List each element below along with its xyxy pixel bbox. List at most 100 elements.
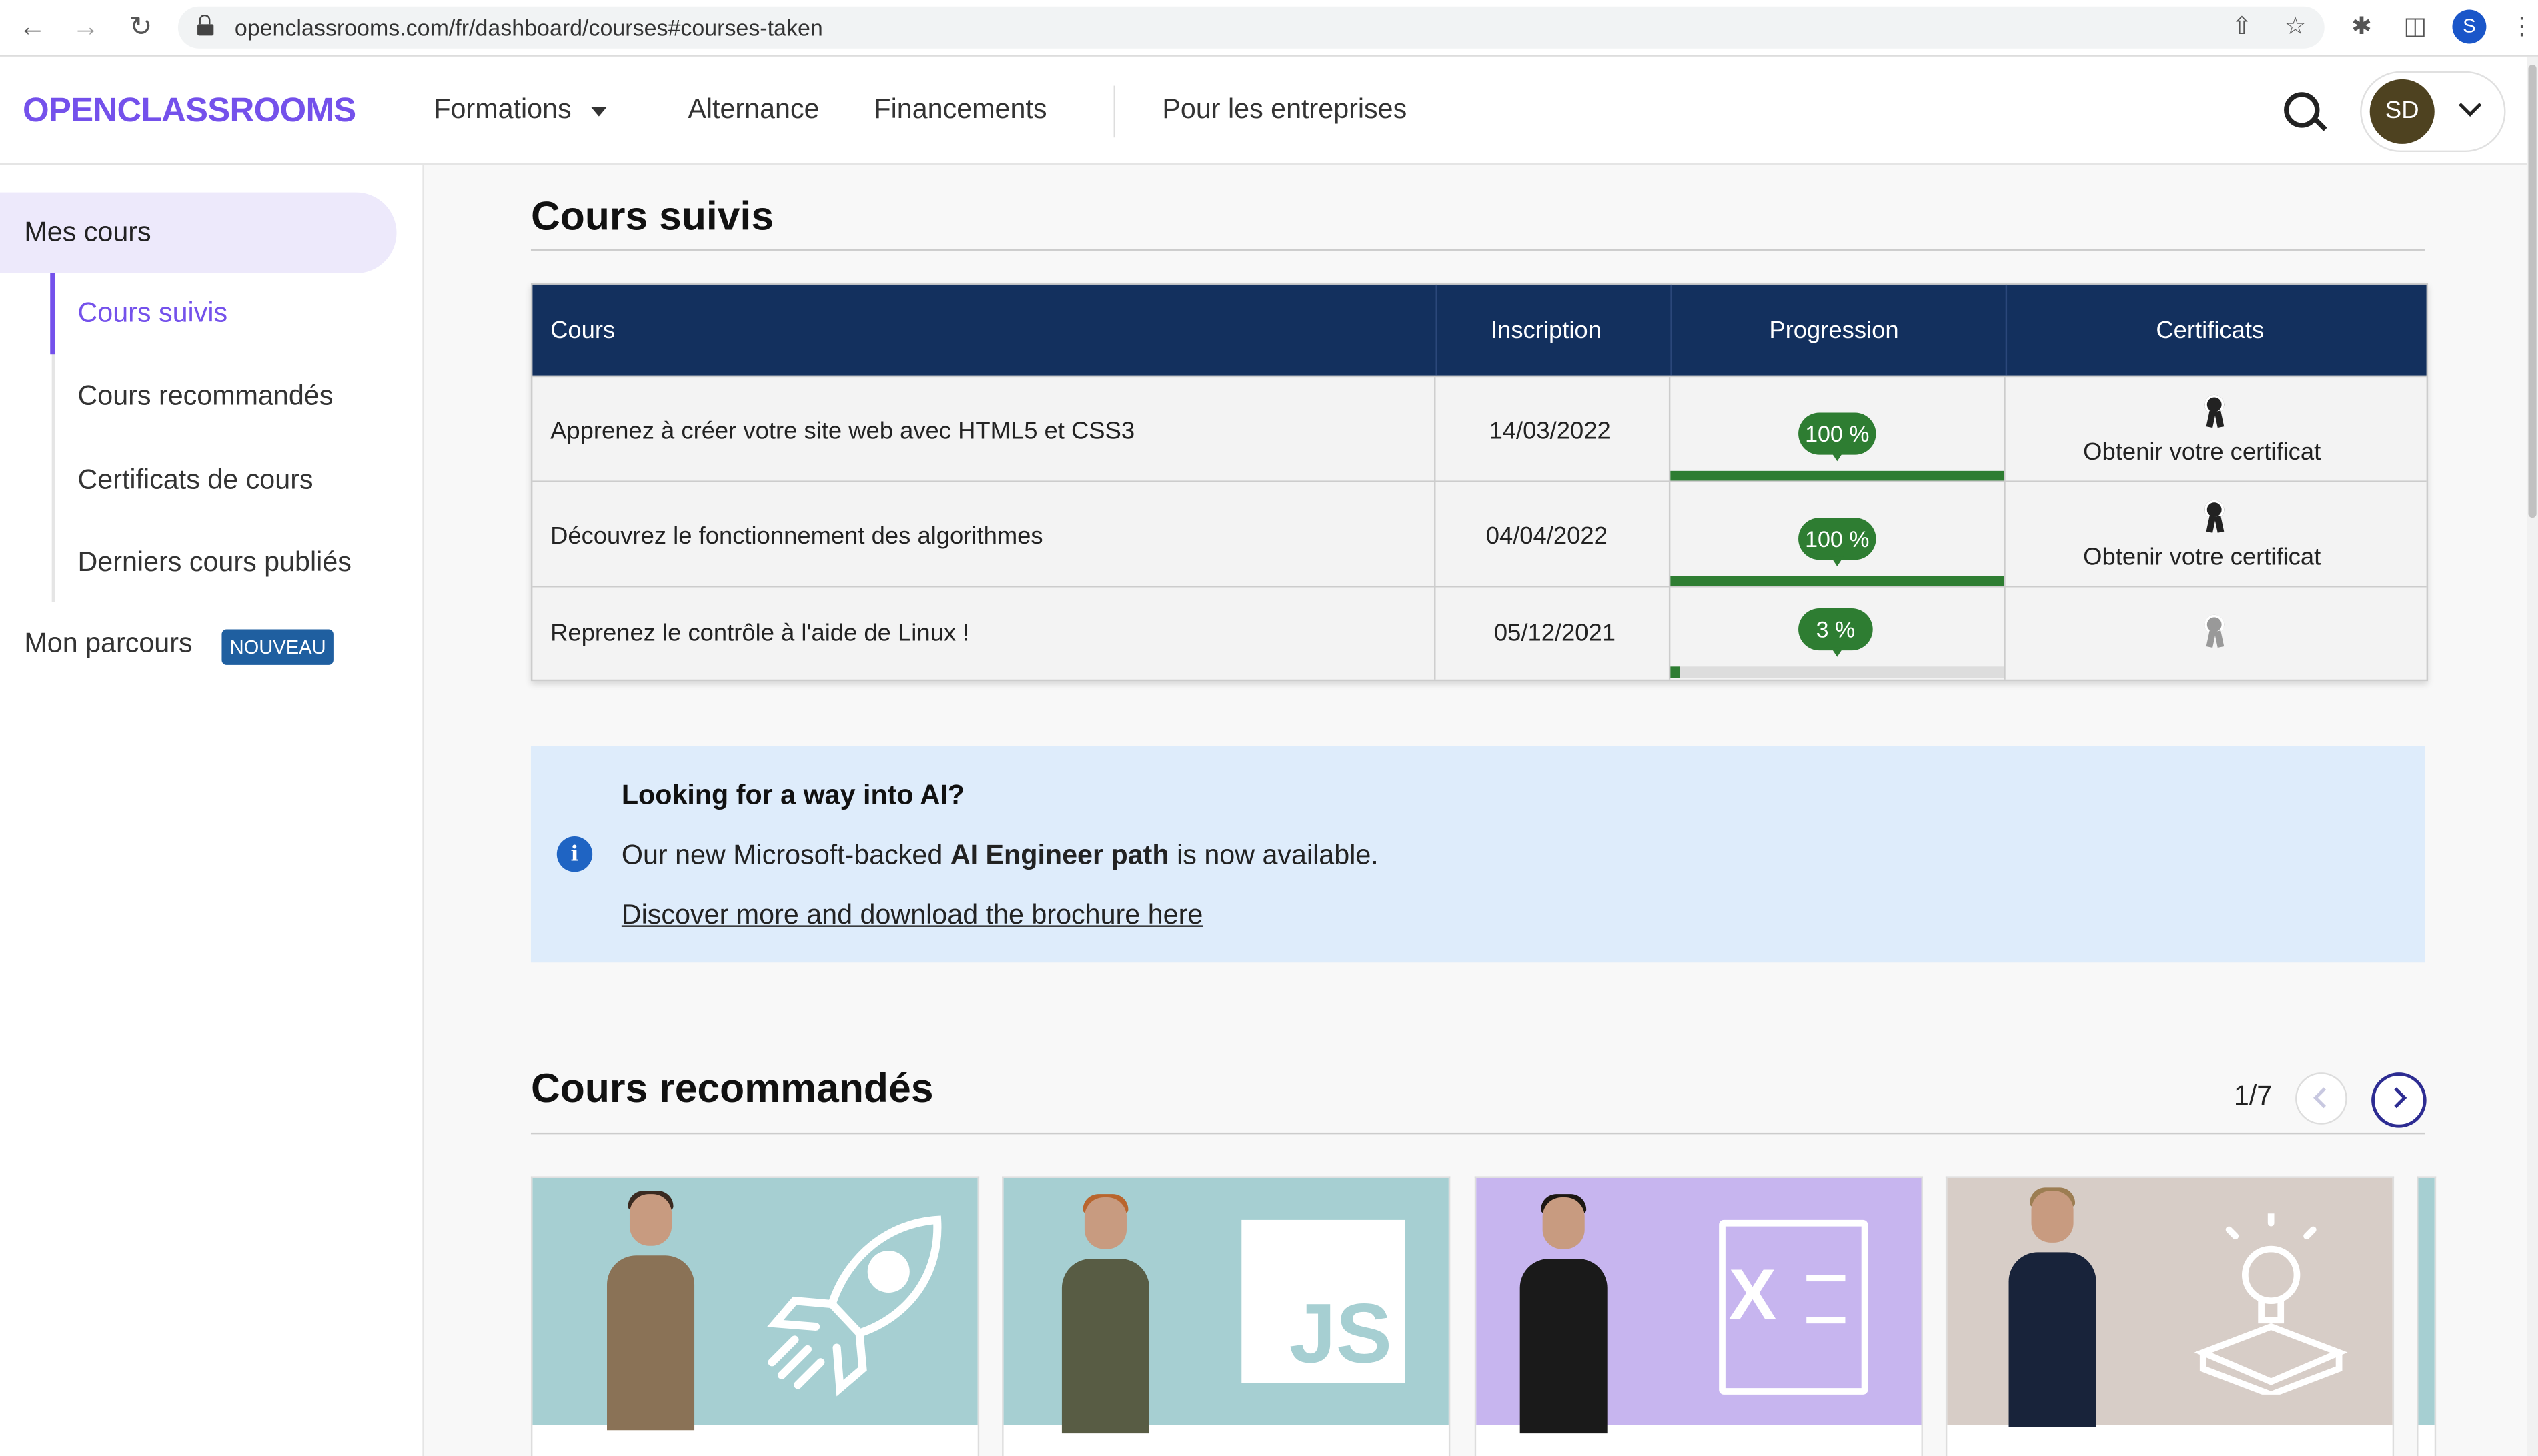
nav-alternance[interactable]: Alternance [688,94,819,127]
nav-divider [1113,85,1115,138]
progress-badge: 100 % [1798,518,1876,566]
course-card-image [1947,1177,2393,1427]
brochure-link[interactable]: Discover more and download the brochure … [622,900,1203,932]
banner-title: Looking for a way into AI? [621,780,965,811]
column-header-certificats: Certificats [2156,317,2265,345]
sidebar-item-mon-parcours[interactable]: Mon parcours [24,628,192,660]
enrollment-date: 04/04/2022 [1485,522,1608,550]
courses-table: Cours Inscription Progression Certificat… [530,283,2429,682]
enrollment-date: 14/03/2022 [1489,417,1611,446]
sidebar-item-certificats[interactable]: Certificats de cours [77,464,313,497]
course-card-image [2418,1177,2435,1425]
caret-down-icon [590,105,608,116]
back-arrow-icon[interactable]: ← [16,11,49,44]
extensions-icon[interactable]: ✱ [2345,11,2378,44]
side-panel-icon[interactable]: ◫ [2399,11,2431,44]
ai-path-banner: ℹ Looking for a way into AI? Our new Mic… [530,746,2425,963]
browser-profile-avatar[interactable]: S [2452,9,2487,44]
course-title[interactable]: Apprenez à créer votre site web avec HTM… [550,418,1135,445]
browser-menu-icon[interactable]: ⋮ [2506,11,2538,44]
certificate-link[interactable]: Obtenir votre certificat [2083,544,2321,571]
share-icon[interactable]: ⇧ [2226,11,2259,44]
certificate-medal-icon [2203,500,2226,536]
course-card[interactable] [1945,1176,2395,1456]
column-header-progression: Progression [1769,317,1899,345]
course-card[interactable] [2417,1176,2437,1456]
sidebar-item-derniers-cours[interactable]: Derniers cours publiés [77,547,351,580]
new-badge: NOUVEAU [221,629,334,665]
forward-arrow-icon[interactable]: → [69,11,102,44]
sidebar: Mes cours Cours suivis Cours recommandés… [0,165,424,1456]
progress-bar-fill [1670,666,1681,678]
header-divider [2005,284,2008,376]
cell-divider [1668,377,1671,482]
cell-divider [1668,587,1671,680]
carousel-prev-button[interactable] [2295,1072,2347,1125]
excel-icon: X [1719,1219,1868,1395]
section-divider [530,1132,2425,1135]
lightbulb-idea-icon [2194,1213,2348,1395]
certificate-link[interactable]: Obtenir votre certificat [2083,438,2321,466]
course-card[interactable] [530,1176,980,1456]
address-bar[interactable]: openclassrooms.com/fr/dashboard/courses#… [177,6,2325,49]
cell-divider [1668,482,1671,588]
site-header: OPENCLASSROOMS Formations Alternance Fin… [0,56,2527,165]
lock-icon [197,14,214,36]
sidebar-section-mes-cours[interactable]: Mes cours [0,192,397,273]
header-divider [1670,284,1672,376]
python-rocket-icon [767,1215,942,1397]
chevron-right-icon [2386,1087,2407,1109]
progress-badge: 3 % [1798,608,1873,657]
cell-divider [2004,587,2006,680]
table-row[interactable]: Apprenez à créer votre site web avec HTM… [532,375,2427,482]
column-header-inscription: Inscription [1490,317,1602,345]
carousel-next-button[interactable] [2371,1072,2427,1128]
cell-divider [1434,377,1436,482]
bookmark-star-icon[interactable]: ☆ [2279,11,2312,44]
chevron-down-icon [2458,93,2482,117]
chevron-left-icon [2313,1087,2334,1109]
nav-financements[interactable]: Financements [874,94,1047,127]
url-text: openclassrooms.com/fr/dashboard/courses#… [234,14,823,41]
nav-entreprises[interactable]: Pour les entreprises [1162,94,1407,127]
course-card-image: JS [1003,1177,1449,1434]
column-header-cours: Cours [550,317,616,345]
info-icon: ℹ [556,836,593,872]
page-title: Cours suivis [530,194,774,239]
banner-text: Our new Microsoft-backed AI Engineer pat… [621,839,1379,870]
avatar: SD [2369,79,2435,144]
scrollbar-thumb[interactable] [2528,65,2537,518]
progress-badge: 100 % [1798,412,1876,462]
course-card[interactable]: X [1474,1176,1923,1456]
search-icon[interactable] [2284,92,2320,128]
course-card[interactable]: JS [1002,1176,1451,1456]
course-card-image: X [1476,1177,1922,1434]
browser-toolbar: ← → ↻ openclassrooms.com/fr/dashboard/co… [0,0,2538,57]
cell-divider [2004,482,2006,588]
section-title-recommended: Cours recommandés [530,1066,934,1112]
carousel-page-indicator: 1/7 [2233,1080,2273,1112]
table-row[interactable]: Découvrez le fonctionnement des algorith… [532,480,2427,588]
reload-icon[interactable]: ↻ [125,11,157,44]
user-menu[interactable]: SD [2360,71,2506,153]
cell-divider [1434,587,1436,680]
course-title[interactable]: Reprenez le contrôle à l'aide de Linux ! [550,620,969,647]
cell-divider [2004,377,2006,482]
header-divider [1435,284,1437,376]
course-title[interactable]: Découvrez le fonctionnement des algorith… [550,522,1043,550]
sidebar-active-indicator [50,273,55,355]
course-card-image [532,1177,978,1431]
sidebar-item-cours-suivis[interactable]: Cours suivis [77,297,227,330]
certificate-locked-medal-icon [2203,614,2226,650]
sidebar-item-cours-recommandes[interactable]: Cours recommandés [77,380,333,413]
certificate-medal-icon [2203,394,2226,430]
javascript-icon: JS [1241,1219,1405,1383]
nav-formations[interactable]: Formations [434,94,608,127]
enrollment-date: 05/12/2021 [1493,620,1616,648]
table-header: Cours Inscription Progression Certificat… [532,284,2427,376]
progress-bar [1670,666,2004,678]
cell-divider [1434,482,1436,588]
openclassrooms-logo[interactable]: OPENCLASSROOMS [23,92,356,131]
table-row[interactable]: Reprenez le contrôle à l'aide de Linux !… [532,586,2427,680]
title-divider [530,249,2425,251]
